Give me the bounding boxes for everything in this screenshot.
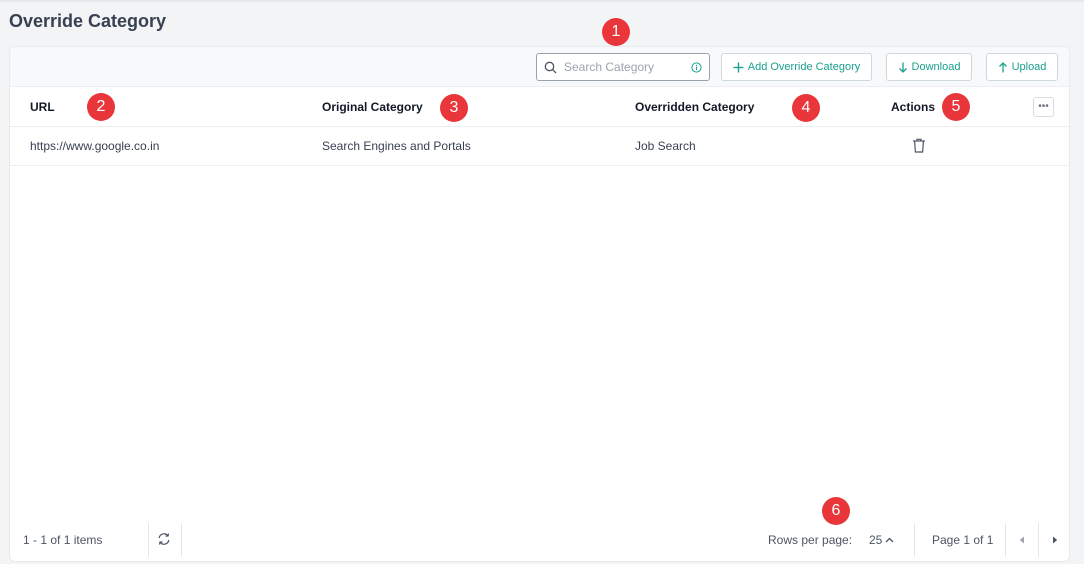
divider (914, 523, 915, 557)
chevron-up-icon (885, 537, 894, 543)
search-input[interactable] (564, 60, 691, 74)
info-icon[interactable] (691, 61, 702, 73)
table-header-row: URL Original Category Overridden Categor… (10, 87, 1069, 127)
upload-button-label: Upload (1011, 61, 1047, 73)
trash-icon[interactable] (912, 138, 926, 153)
plus-icon (733, 62, 744, 72)
rows-per-page-select[interactable]: 25 (869, 533, 894, 547)
page-indicator: Page 1 of 1 (932, 533, 994, 547)
callout-1: 1 (602, 18, 630, 46)
top-edge (0, 0, 1084, 2)
items-count: 1 - 1 of 1 items (23, 533, 103, 547)
callout-4: 4 (792, 94, 820, 122)
upload-icon (998, 61, 1007, 72)
download-button[interactable]: Download (886, 53, 972, 81)
prev-page-icon[interactable] (1014, 532, 1030, 548)
divider (1005, 523, 1006, 557)
table-row[interactable]: https://www.google.co.in Search Engines … (10, 127, 1069, 166)
download-button-label: Download (911, 61, 961, 73)
cell-url: https://www.google.co.in (30, 139, 160, 153)
download-icon (898, 62, 907, 73)
cell-original-category: Search Engines and Portals (322, 139, 471, 153)
refresh-icon[interactable] (157, 532, 171, 546)
cell-overridden-category: Job Search (635, 139, 696, 153)
page-title: Override Category (9, 11, 167, 31)
rows-per-page-label: Rows per page: (768, 533, 853, 547)
search-icon (544, 61, 557, 73)
column-header-url[interactable]: URL (30, 100, 55, 114)
callout-3: 3 (440, 94, 468, 122)
table-footer: 1 - 1 of 1 items Rows per page: 25 Page … (10, 519, 1069, 563)
add-override-category-button[interactable]: Add Override Category (721, 53, 872, 81)
upload-button[interactable]: Upload (986, 53, 1058, 81)
callout-6: 6 (822, 497, 850, 525)
column-header-original-category[interactable]: Original Category (322, 100, 423, 114)
rows-per-page-value: 25 (869, 533, 883, 547)
search-box[interactable] (536, 53, 710, 81)
divider (148, 523, 149, 557)
callout-5: 5 (942, 93, 970, 121)
column-header-actions: Actions (891, 100, 936, 114)
table-card: Add Override Category Download Upload UR… (9, 46, 1070, 562)
divider (1038, 523, 1039, 557)
add-button-label: Add Override Category (747, 61, 861, 73)
toolbar: Add Override Category Download Upload (10, 47, 1069, 87)
next-page-icon[interactable] (1047, 532, 1063, 548)
column-header-overridden-category[interactable]: Overridden Category (635, 100, 754, 114)
callout-2: 2 (87, 93, 115, 121)
divider (181, 523, 182, 557)
more-icon[interactable]: ••• (1033, 97, 1054, 117)
